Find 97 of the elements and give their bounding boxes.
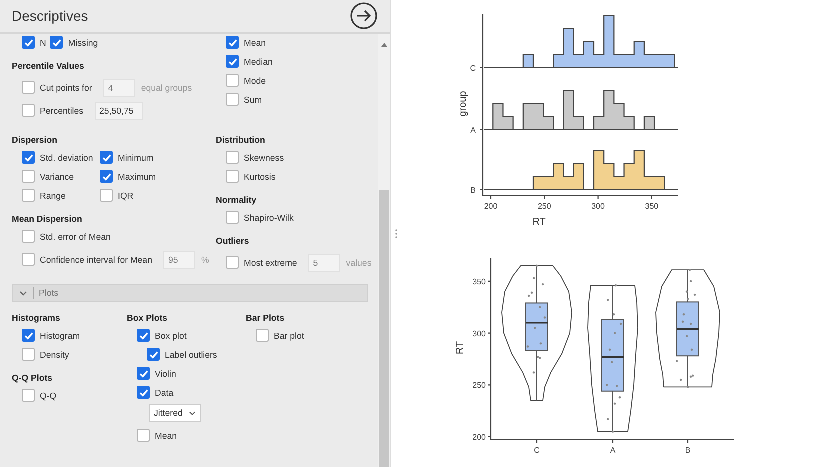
checkbox-label[interactable]: Median bbox=[244, 56, 273, 66]
axis-tick-label: A bbox=[470, 126, 476, 135]
input-field[interactable]: 25,50,75 bbox=[94, 102, 143, 120]
checkbox[interactable] bbox=[137, 329, 150, 342]
section-heading: Distribution bbox=[216, 134, 266, 147]
section-heading: Histograms bbox=[12, 312, 62, 325]
axis-tick-label: 200 bbox=[472, 433, 486, 442]
checkbox[interactable] bbox=[100, 151, 113, 164]
checkbox-label[interactable]: Cut points for bbox=[40, 82, 92, 92]
checkbox[interactable] bbox=[22, 389, 35, 402]
checkbox-label[interactable]: Histogram bbox=[40, 330, 80, 340]
checkbox-label[interactable]: Q-Q bbox=[40, 390, 57, 400]
checkbox-label[interactable]: Mode bbox=[244, 76, 266, 86]
checkbox-label[interactable]: Confidence interval for Mean bbox=[40, 254, 152, 264]
checkbox[interactable] bbox=[22, 189, 35, 202]
axis-tick-label: 250 bbox=[538, 202, 552, 211]
checkbox[interactable] bbox=[226, 93, 239, 106]
panel-title: Descriptives bbox=[12, 8, 88, 24]
grip-dots-icon bbox=[394, 228, 398, 238]
section-heading: Outliers bbox=[216, 235, 250, 248]
checkbox-label[interactable]: Density bbox=[40, 350, 70, 360]
section-heading: Q-Q Plots bbox=[12, 372, 54, 385]
checkbox[interactable] bbox=[147, 348, 160, 361]
checkbox[interactable] bbox=[226, 55, 239, 68]
checkbox[interactable] bbox=[226, 256, 239, 269]
unit-label: values bbox=[346, 258, 372, 268]
checkbox[interactable] bbox=[226, 36, 239, 49]
checkbox[interactable] bbox=[22, 253, 35, 266]
checkbox[interactable] bbox=[226, 211, 239, 224]
axis-tick-label: 250 bbox=[472, 381, 486, 390]
axis-tick-label: B bbox=[470, 186, 476, 195]
checkbox[interactable] bbox=[22, 104, 35, 117]
section-heading: Normality bbox=[216, 194, 258, 207]
checkbox[interactable] bbox=[226, 151, 239, 164]
checkbox[interactable] bbox=[22, 348, 35, 361]
checkbox-label[interactable]: Shapiro-Wilk bbox=[244, 212, 294, 222]
checkbox-label[interactable]: Variance bbox=[40, 172, 74, 182]
checkbox-label[interactable]: Maximum bbox=[118, 172, 156, 182]
axis-tick-label: C bbox=[470, 64, 476, 73]
checkbox-label[interactable]: Label outliers bbox=[165, 350, 218, 360]
axis-tick-label: 300 bbox=[472, 329, 486, 338]
checkbox[interactable] bbox=[137, 429, 150, 442]
chevron-icon bbox=[19, 288, 28, 298]
checkbox[interactable] bbox=[100, 170, 113, 183]
checkbox-label[interactable]: Percentiles bbox=[40, 106, 84, 116]
scrollbar-thumb[interactable] bbox=[379, 190, 389, 467]
checkbox[interactable] bbox=[22, 230, 35, 243]
checkbox[interactable] bbox=[50, 36, 64, 49]
axis-tick-label: A bbox=[610, 446, 616, 455]
section-heading: Percentile Values bbox=[12, 60, 86, 73]
axis-title: RT bbox=[532, 217, 546, 228]
axis-tick-label: B bbox=[685, 446, 691, 455]
checkbox-label[interactable]: Mean bbox=[244, 38, 266, 48]
axis-tick-label: 200 bbox=[484, 202, 498, 211]
checkbox-label[interactable]: Skewness bbox=[244, 152, 284, 162]
checkbox[interactable] bbox=[137, 367, 150, 380]
checkbox-label[interactable]: Kurtosis bbox=[244, 172, 276, 182]
section-heading: Box Plots bbox=[127, 312, 169, 325]
checkbox[interactable] bbox=[22, 329, 35, 342]
checkbox[interactable] bbox=[22, 81, 35, 94]
checkbox-label[interactable]: Range bbox=[40, 190, 66, 200]
section-heading: Mean Dispersion bbox=[12, 213, 84, 226]
axis-title: group bbox=[458, 91, 469, 117]
axis-title: RT bbox=[455, 341, 466, 355]
checkbox-label[interactable]: Std. deviation bbox=[40, 152, 94, 162]
unit-label: equal groups bbox=[141, 82, 192, 92]
checkbox-label[interactable]: Mean bbox=[155, 430, 178, 440]
axis-tick-label: 350 bbox=[472, 277, 486, 286]
checkbox[interactable] bbox=[100, 189, 113, 202]
checkbox[interactable] bbox=[256, 329, 269, 342]
checkbox-label[interactable]: IQR bbox=[118, 190, 134, 200]
checkbox-label[interactable]: Violin bbox=[155, 368, 176, 378]
checkbox-label[interactable]: Sum bbox=[244, 94, 262, 104]
axis-tick-label: 350 bbox=[645, 202, 659, 211]
checkbox[interactable] bbox=[22, 36, 35, 49]
checkbox-label[interactable]: Bar plot bbox=[274, 330, 304, 340]
checkbox[interactable] bbox=[226, 74, 239, 87]
checkbox[interactable] bbox=[22, 170, 35, 183]
arrow-right-circle-icon[interactable] bbox=[350, 2, 378, 30]
axis-tick-label: 300 bbox=[592, 202, 605, 211]
checkbox-label[interactable]: Minimum bbox=[118, 152, 154, 162]
checkbox[interactable] bbox=[22, 151, 35, 164]
caret-icon bbox=[188, 410, 196, 416]
checkbox-label[interactable]: Most extreme bbox=[244, 258, 298, 268]
checkbox[interactable] bbox=[226, 170, 239, 183]
checkbox-label[interactable]: Std. error of Mean bbox=[40, 232, 111, 242]
dropdown[interactable]: Jittered bbox=[149, 404, 201, 422]
checkbox-label[interactable]: Box plot bbox=[155, 330, 187, 340]
scroll-up-arrow-icon[interactable] bbox=[380, 42, 388, 48]
section-heading: Bar Plots bbox=[246, 312, 286, 325]
checkbox-label[interactable]: N bbox=[40, 38, 46, 48]
checkbox-label[interactable]: Missing bbox=[68, 38, 98, 48]
checkbox[interactable] bbox=[137, 386, 150, 399]
section-heading: Dispersion bbox=[12, 134, 58, 147]
axis-tick-label: C bbox=[534, 446, 540, 455]
checkbox-label[interactable]: Data bbox=[155, 388, 174, 398]
unit-label: % bbox=[201, 254, 210, 264]
